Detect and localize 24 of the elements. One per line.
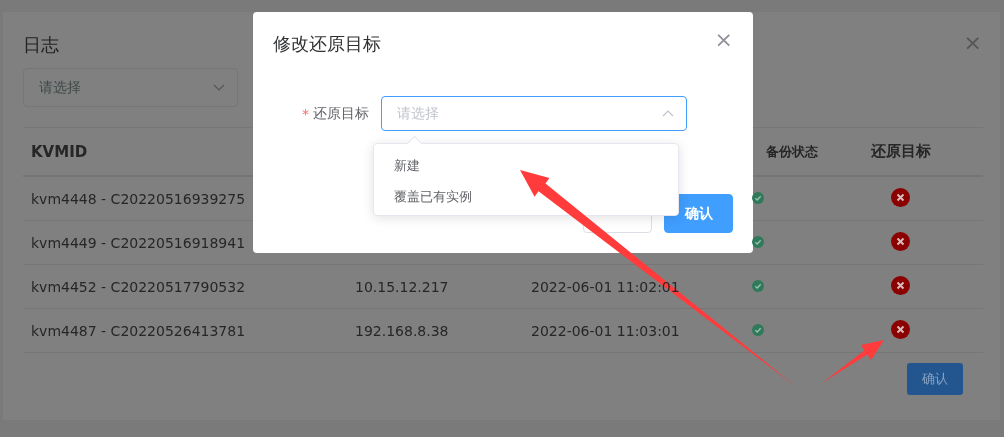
close-icon[interactable]: × [963,30,982,55]
table-cell-text: kvm4452 - C20220517790532 [30,278,247,295]
target-select[interactable]: 请选择 [381,96,687,131]
chevron-up-icon [662,110,674,117]
close-icon[interactable]: × [714,28,733,52]
filter-select[interactable]: 请选择 [23,68,238,107]
arrow-annotation [822,340,884,383]
column-header: 备份状态 [766,142,818,161]
table-cell-text: kvm4449 - C20220516918941 [30,234,247,251]
dropdown-option[interactable]: 覆盖已有实例 [374,181,678,212]
dialog-title: 日志 [23,34,59,56]
column-header: KVMID [30,142,89,161]
modal-title: 修改还原目标 [273,32,381,56]
column-header: 还原目标 [870,142,931,161]
table-cell-text: 2022-06-01 11:03:01 [530,322,681,339]
dropdown-option[interactable]: 新建 [374,150,678,181]
table-cell-text: kvm4487 - C20220526413781 [30,322,247,339]
field-label: 还原目标 [313,104,369,123]
confirm-button[interactable]: 确认 [907,363,963,395]
required-mark: * [302,105,309,122]
table-cell-text: kvm4448 - C20220516939275 [30,190,247,207]
chevron-down-icon [213,84,225,91]
table-cell-text: 192.168.8.38 [354,322,450,339]
table-cell-text: 10.15.12.217 [354,278,450,295]
